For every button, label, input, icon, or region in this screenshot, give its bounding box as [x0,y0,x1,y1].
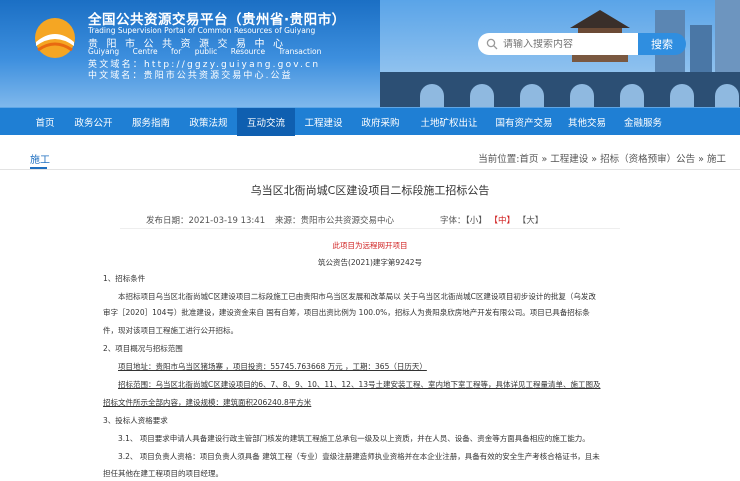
search-icon [486,38,498,50]
font-large-button[interactable]: 【大】 [518,216,544,226]
meta-divider [120,228,620,229]
bridge-arch [420,84,444,107]
section-heading: 1、招标条件 [103,274,146,283]
publish-date: 发布日期：2021-03-19 13:41 [146,216,266,226]
nav-item-gov-affairs[interactable]: 政务公开 [65,108,122,136]
section-tag-underline [30,167,47,169]
paragraph-line: 3.2、 项目负责人资格：项目负责人须具备 建筑工程（专业）壹级注册建造师执业资… [118,452,600,461]
paragraph-line: 审字［2020］104号）批准建设，建设资金来自 国有自筹，项目出资比例为 10… [103,308,590,317]
nav-item-policy[interactable]: 政策法规 [180,108,237,136]
nav-item-home[interactable]: 首页 [25,108,65,136]
site-logo-icon[interactable] [30,16,80,62]
font-size-control: 字体：【小】 【中】 【大】 [440,214,543,226]
nav-item-other-trade[interactable]: 其他交易 [559,108,615,136]
main-nav: 首页 政务公开 服务指南 政策法规 互动交流 工程建设 政府采购 土地矿权出让 … [0,107,740,136]
paragraph-line: 3.1、 项目要求申请人具备建设行政主管部门核发的建筑工程施工总承包一级及以上资… [118,434,590,443]
nav-item-service-guide[interactable]: 服务指南 [122,108,180,136]
bridge-arch [570,84,594,107]
font-medium-button[interactable]: 【中】 [489,216,515,226]
nav-item-construction[interactable]: 工程建设 [295,108,352,136]
location-bar: 施工 当前位置:首页 » 工程建设 » 招标（资格预审）公告 » 施工 [0,144,740,170]
article-title: 乌当区北衙尚城C区建设项目二标段施工招标公告 [250,184,490,197]
bridge-arch [620,84,644,107]
nav-item-finance[interactable]: 金融服务 [615,108,671,136]
site-subtitle: Trading Supervision Portal of Common Res… [88,26,316,35]
bridge-arch [670,84,694,107]
search-input[interactable] [503,38,633,50]
site-name-en: Guiyang Centre for public Resource Trans… [88,47,322,56]
site-title: 全国公共资源交易平台（贵州省·贵阳市） [88,12,346,28]
nav-item-interaction[interactable]: 互动交流 [237,108,295,136]
paragraph-line: 件，现对该项目工程施工进行公开招标。 [103,326,238,335]
section-heading: 3、投标人资格要求 [103,416,168,425]
nav-item-procurement[interactable]: 政府采购 [352,108,409,136]
bridge-arch [520,84,544,107]
nav-item-land-mining[interactable]: 土地矿权出让 [409,108,489,136]
paragraph-line: 招标范围：乌当区北衙尚城C区建设项目的6、7、8、9、10、11、12、13号土… [118,380,601,389]
font-size-label: 字体： [440,216,466,226]
header-banner: 全国公共资源交易平台（贵州省·贵阳市） Trading Supervision … [0,0,740,107]
search-box [478,33,638,55]
section-tag: 施工 [30,155,50,166]
bridge-arch [715,84,739,107]
search-button[interactable]: 搜索 [638,33,686,55]
remote-notice: 此项目为远程网开项目 [332,241,408,250]
paragraph-line: 本招标项目乌当区北衙尚城C区建设项目二标段施工已由贵阳市乌当区发展和改革局以 关… [118,292,596,301]
nav-item-state-assets[interactable]: 国有资产交易 [489,108,559,136]
document-number: 筑公资告(2021)建字第9242号 [317,258,423,267]
paragraph-line: 担任其他在建工程项目的项目经理。 [103,469,223,478]
paragraph-line: 招标文件所示全部内容，建设规模：建筑面积206240.8平方米 [103,398,312,407]
breadcrumb[interactable]: 当前位置:首页 » 工程建设 » 招标（资格预审）公告 » 施工 [478,151,726,165]
bridge-arch [470,84,494,107]
paragraph-line: 项目地址：贵阳市乌当区猪场寨 ，项目投资：55745.763668 万元 ，工期… [118,362,427,371]
section-heading: 2、项目概况与招标范围 [103,344,183,353]
domain-cn: 中文域名：贵阳市公共资源交易中心.公益 [88,71,293,81]
article-source: 来源：贵阳市公共资源交易中心 [275,216,395,226]
font-small-button[interactable]: 【小】 [466,216,487,226]
